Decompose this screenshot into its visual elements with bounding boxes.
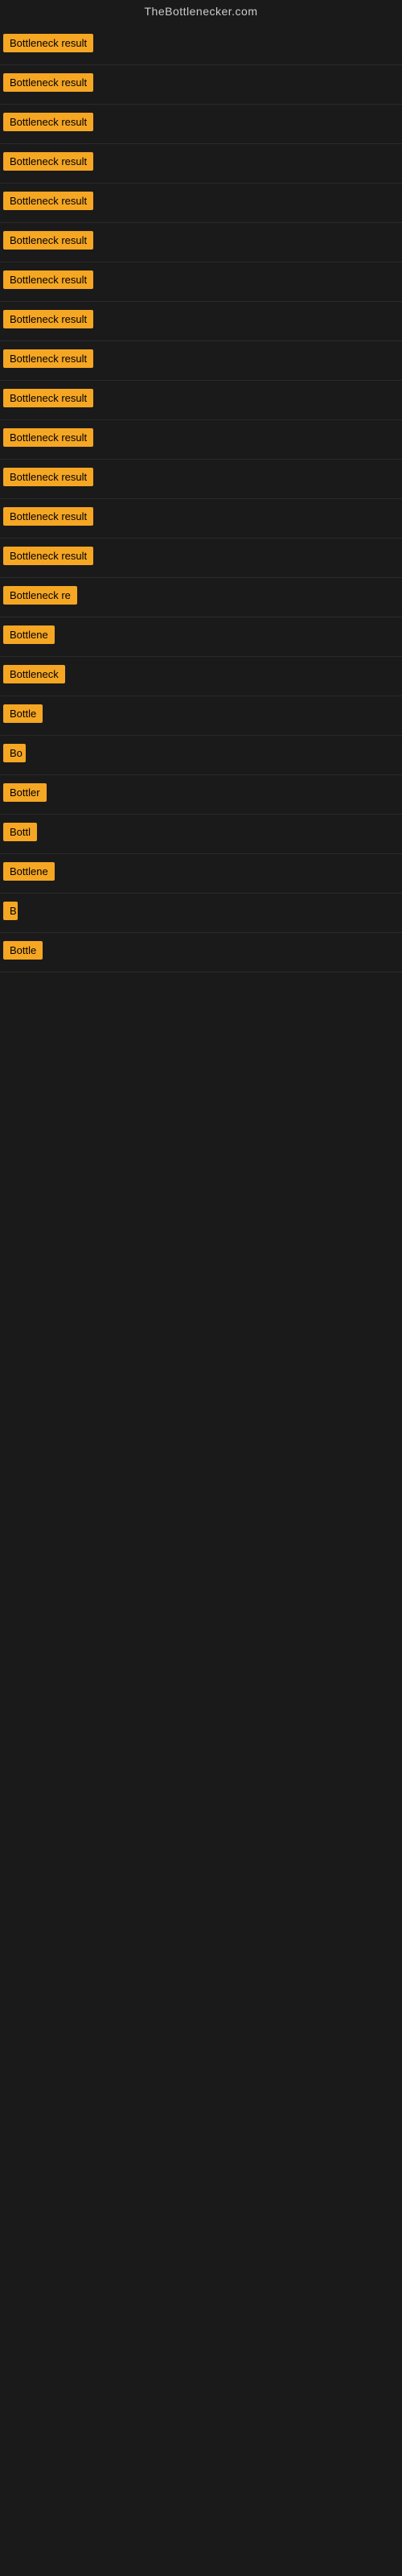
result-row: Bottleneck result (0, 184, 402, 223)
bottleneck-badge[interactable]: Bottleneck result (3, 113, 93, 131)
result-row: Bottleneck result (0, 262, 402, 302)
result-row: Bottle (0, 696, 402, 736)
result-row: Bottleneck result (0, 539, 402, 578)
bottleneck-badge[interactable]: Bo (3, 744, 26, 762)
result-row: Bottlene (0, 617, 402, 657)
bottleneck-badge[interactable]: Bottleneck result (3, 73, 93, 92)
result-row: Bottleneck result (0, 65, 402, 105)
result-row: Bottleneck result (0, 302, 402, 341)
result-row: Bottleneck result (0, 460, 402, 499)
bottleneck-badge[interactable]: Bottle (3, 941, 43, 960)
bottleneck-badge[interactable]: Bottler (3, 783, 47, 802)
result-row: Bottleneck result (0, 420, 402, 460)
site-title: TheBottlenecker.com (0, 0, 402, 26)
result-row: Bottleneck result (0, 223, 402, 262)
bottleneck-badge[interactable]: Bottle (3, 704, 43, 723)
bottleneck-badge[interactable]: Bottleneck result (3, 468, 93, 486)
result-row: Bo (0, 736, 402, 775)
bottleneck-badge[interactable]: Bottleneck result (3, 152, 93, 171)
bottleneck-badge[interactable]: Bottleneck result (3, 231, 93, 250)
bottleneck-badge[interactable]: Bottleneck result (3, 192, 93, 210)
result-row: Bottleneck result (0, 144, 402, 184)
result-row: Bottleneck result (0, 341, 402, 381)
bottleneck-badge[interactable]: Bottleneck result (3, 270, 93, 289)
bottleneck-badge[interactable]: Bottlene (3, 625, 55, 644)
bottleneck-badge[interactable]: Bottleneck result (3, 349, 93, 368)
bottleneck-badge[interactable]: Bottleneck result (3, 310, 93, 328)
bottleneck-badge[interactable]: Bottleneck result (3, 389, 93, 407)
bottleneck-badge[interactable]: Bottleneck result (3, 507, 93, 526)
result-row: Bottle (0, 933, 402, 972)
result-row: Bottleneck result (0, 499, 402, 539)
result-row: Bottleneck (0, 657, 402, 696)
bottleneck-badge[interactable]: B (3, 902, 18, 920)
bottleneck-badge[interactable]: Bottleneck result (3, 547, 93, 565)
bottleneck-badge[interactable]: Bottleneck re (3, 586, 77, 605)
result-row: Bottl (0, 815, 402, 854)
result-row: B (0, 894, 402, 933)
bottleneck-badge[interactable]: Bottl (3, 823, 37, 841)
bottleneck-badge[interactable]: Bottlene (3, 862, 55, 881)
result-row: Bottleneck re (0, 578, 402, 617)
bottleneck-badge[interactable]: Bottleneck (3, 665, 65, 683)
result-row: Bottler (0, 775, 402, 815)
result-row: Bottleneck result (0, 381, 402, 420)
bottleneck-badge[interactable]: Bottleneck result (3, 34, 93, 52)
bottleneck-badge[interactable]: Bottleneck result (3, 428, 93, 447)
result-row: Bottlene (0, 854, 402, 894)
result-row: Bottleneck result (0, 26, 402, 65)
results-container: Bottleneck result Bottleneck result Bottle… (0, 26, 402, 972)
result-row: Bottleneck result (0, 105, 402, 144)
